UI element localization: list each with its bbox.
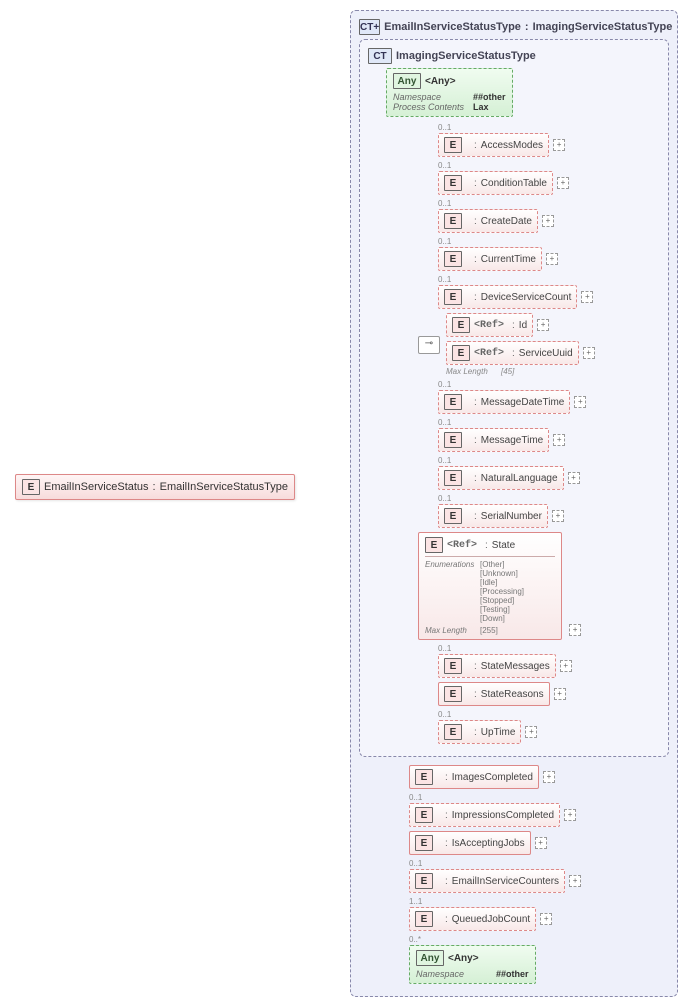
choice-icon: ⊸	[418, 336, 440, 354]
ref-messagedatetime[interactable]: E : MessageDateTime	[438, 390, 570, 414]
expand-icon[interactable]: +	[543, 771, 555, 783]
expand-icon[interactable]: +	[569, 875, 581, 887]
expand-icon[interactable]: +	[525, 726, 537, 738]
outer-complex-type: CT+ EmailInServiceStatusType : ImagingSe…	[350, 10, 678, 997]
expand-icon[interactable]: +	[581, 291, 593, 303]
expand-icon[interactable]: +	[542, 215, 554, 227]
expand-icon[interactable]: +	[557, 177, 569, 189]
root-name: EmailInServiceStatus	[44, 481, 149, 493]
root-element[interactable]: E EmailInServiceStatus : EmailInServiceS…	[15, 474, 295, 500]
ref-conditiontable[interactable]: E : ConditionTable	[438, 171, 553, 195]
ref-createdate[interactable]: E : CreateDate	[438, 209, 538, 233]
expand-icon[interactable]: +	[583, 347, 595, 359]
expand-icon[interactable]: +	[553, 139, 565, 151]
ref-statereasons[interactable]: E : StateReasons	[438, 682, 550, 706]
expand-icon[interactable]: +	[564, 809, 576, 821]
root-type: EmailInServiceStatusType	[160, 481, 288, 493]
ref-naturallanguage[interactable]: E : NaturalLanguage	[438, 466, 564, 490]
ct-badge: CT	[368, 48, 392, 64]
expand-icon[interactable]: +	[560, 660, 572, 672]
ref-messagetime[interactable]: E : MessageTime	[438, 428, 549, 452]
any-wildcard-1[interactable]: Any <Any> Namespace##other Process Conte…	[386, 68, 513, 117]
ref-currenttime[interactable]: E : CurrentTime	[438, 247, 542, 271]
ref-state[interactable]: E <Ref> : State Enumerations[Other][Unkn…	[418, 532, 562, 640]
ref-statemessages[interactable]: E : StateMessages	[438, 654, 556, 678]
expand-icon[interactable]: +	[540, 913, 552, 925]
ref-uptime[interactable]: E : UpTime	[438, 720, 521, 744]
expand-icon[interactable]: +	[554, 688, 566, 700]
outer-ct-header[interactable]: CT+ EmailInServiceStatusType : ImagingSe…	[359, 19, 669, 35]
ref-deviceservicecount[interactable]: E : DeviceServiceCount	[438, 285, 577, 309]
ctplus-badge: CT+	[359, 19, 380, 35]
expand-icon[interactable]: +	[552, 510, 564, 522]
ref-serialnumber[interactable]: E : SerialNumber	[438, 504, 548, 528]
ref-id[interactable]: E <Ref> : Id	[446, 313, 533, 337]
expand-icon[interactable]: +	[535, 837, 547, 849]
xsd-diagram: E EmailInServiceStatus : EmailInServiceS…	[10, 10, 670, 940]
expand-icon[interactable]: +	[553, 434, 565, 446]
any-badge: Any	[416, 950, 444, 966]
element-badge: E	[22, 479, 40, 495]
ref-serviceuuid[interactable]: E <Ref> : ServiceUuid	[446, 341, 579, 365]
ref-imagescompleted[interactable]: E : ImagesCompleted	[409, 765, 539, 789]
expand-icon[interactable]: +	[568, 472, 580, 484]
expand-icon[interactable]: +	[569, 624, 581, 636]
expand-icon[interactable]: +	[537, 319, 549, 331]
any-wildcard-2[interactable]: Any <Any> Namespace##other	[409, 945, 536, 984]
expand-icon[interactable]: +	[574, 396, 586, 408]
ref-accessmodes[interactable]: E : AccessModes	[438, 133, 549, 157]
inner-complex-type: CT ImagingServiceStatusType Any <Any> Na…	[359, 39, 669, 757]
ref-impressionscompleted[interactable]: E : ImpressionsCompleted	[409, 803, 560, 827]
expand-icon[interactable]: +	[546, 253, 558, 265]
ref-queuedjobcount[interactable]: E : QueuedJobCount	[409, 907, 536, 931]
inner-ct-header[interactable]: CT ImagingServiceStatusType	[368, 48, 660, 64]
ref-emailinservicecounters[interactable]: E : EmailInServiceCounters	[409, 869, 565, 893]
any-badge: Any	[393, 73, 421, 89]
ref-isacceptingjobs[interactable]: E : IsAcceptingJobs	[409, 831, 531, 855]
